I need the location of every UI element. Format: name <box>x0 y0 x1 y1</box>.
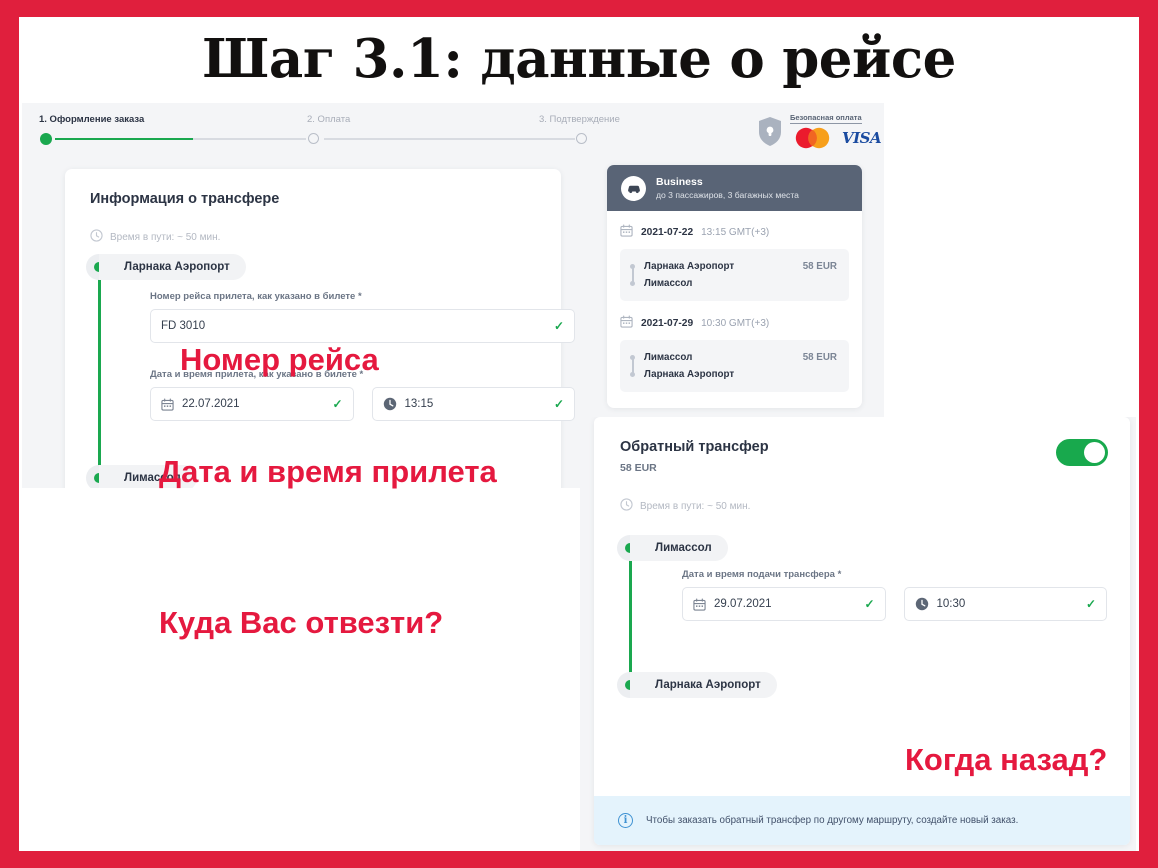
slide-frame: Шаг 3.1: данные о рейсе 1. Оформление за… <box>19 17 1139 851</box>
summary-leg-2-route: Лимассол 58 EUR Ларнака Аэропорт <box>620 340 849 392</box>
clock-filled-icon <box>915 597 929 611</box>
stepper-progress-empty-1 <box>193 138 306 140</box>
summary-leg-1-to: Лимассол <box>644 278 693 289</box>
summary-leg-1-from-row: Ларнака Аэропорт 58 EUR <box>630 258 837 275</box>
summary-leg-1: 2021-07-22 13:15 GMT(+3) Ларнака Аэропор… <box>607 211 862 301</box>
summary-leg-1-datetime: 2021-07-22 13:15 GMT(+3) <box>620 224 849 240</box>
leg-connector <box>632 356 634 373</box>
pickup-date-value: 29.07.2021 <box>714 598 772 610</box>
summary-leg-1-date: 2021-07-22 <box>641 226 694 238</box>
return-transfer-card: Обратный трансфер 58 EUR Время в пути: ~… <box>594 417 1130 845</box>
flight-number-value: FD 3010 <box>161 320 206 332</box>
pickup-datetime-label: Дата и время подачи трансфера * <box>682 569 842 580</box>
transfer-info-card: Информация о трансфере Время в пути: ~ 5… <box>65 169 575 488</box>
pickup-date-input[interactable]: 29.07.2021 ✓ <box>682 587 886 621</box>
annotation-destination: Куда Вас отвезти? <box>159 605 444 640</box>
summary-leg-2-price: 58 EUR <box>802 352 837 363</box>
leg-connector <box>632 265 634 282</box>
summary-leg-2: 2021-07-29 10:30 GMT(+3) Лимассол 58 EUR… <box>607 315 862 408</box>
transfer-info-title: Информация о трансфере <box>90 191 280 207</box>
summary-leg-1-from: Ларнака Аэропорт <box>644 261 735 272</box>
flight-number-input[interactable]: FD 3010 ✓ <box>150 309 575 343</box>
annotation-return-time: Когда назад? <box>905 742 1108 777</box>
summary-leg-1-to-row: Лимассол <box>630 275 837 292</box>
summary-leg-2-time: 10:30 GMT(+3) <box>701 317 770 329</box>
visa-logo: VISA <box>842 129 882 147</box>
flight-number-label: Номер рейса прилета, как указано в билет… <box>150 291 362 302</box>
pickup-datetime-group: Дата и время подачи трансфера * 29.07.20… <box>682 569 1107 621</box>
check-icon: ✓ <box>553 319 564 333</box>
summary-leg-2-from: Лимассол <box>644 352 693 363</box>
return-transfer-toggle[interactable] <box>1056 439 1108 466</box>
arrival-time-value: 13:15 <box>404 398 434 410</box>
secure-payment-label: Безопасная оплата <box>790 113 862 124</box>
stepper-label-3: 3. Подтверждение <box>539 114 620 125</box>
pickup-time-input[interactable]: 10:30 ✓ <box>903 587 1107 621</box>
return-transfer-header: Обратный трансфер 58 EUR <box>620 439 769 474</box>
arrival-date-value: 22.07.2021 <box>182 398 240 410</box>
calendar-icon <box>620 224 633 240</box>
clock-icon <box>90 229 103 245</box>
return-transfer-notice: i Чтобы заказать обратный трансфер по др… <box>594 796 1130 845</box>
summary-leg-2-datetime: 2021-07-29 10:30 GMT(+3) <box>620 315 849 331</box>
check-icon: ✓ <box>1085 597 1096 611</box>
check-icon: ✓ <box>332 397 343 411</box>
stepper-label-1: 1. Оформление заказа <box>39 114 145 125</box>
calendar-icon <box>693 598 706 611</box>
return-transfer-price: 58 EUR <box>620 462 657 474</box>
checkout-stepper: 1. Оформление заказа 2. Оплата 3. Подтве… <box>22 103 884 155</box>
order-summary-card: Business до 3 пассажиров, 3 багажных мес… <box>607 165 862 408</box>
return-transfer-duration-text: Время в пути: ~ 50 мин. <box>640 500 751 512</box>
return-route-label-origin: Лимассол <box>630 535 728 561</box>
return-route-node-origin: Лимассол <box>617 535 728 561</box>
summary-leg-2-date: 2021-07-29 <box>641 317 694 329</box>
info-icon: i <box>618 813 633 828</box>
summary-leg-2-from-row: Лимассол 58 EUR <box>630 349 837 366</box>
check-icon: ✓ <box>864 597 875 611</box>
return-route-label-destination: Ларнака Аэропорт <box>630 672 777 698</box>
car-icon <box>621 175 646 201</box>
clock-icon <box>620 498 633 514</box>
mastercard-icon <box>793 127 835 149</box>
summary-leg-2-to-row: Ларнака Аэропорт <box>630 366 837 383</box>
shield-lock-icon <box>757 116 783 152</box>
return-transfer-notice-text: Чтобы заказать обратный трансфер по друг… <box>646 815 1019 826</box>
stepper-progress-empty-2 <box>324 138 575 140</box>
summary-leg-1-time: 13:15 GMT(+3) <box>701 226 770 238</box>
summary-leg-1-route: Ларнака Аэропорт 58 EUR Лимассол <box>620 249 849 301</box>
return-route-rail <box>629 546 632 686</box>
vehicle-class-name: Business <box>656 176 703 188</box>
return-transfer-screenshot-lower: Обратный трансфер 58 EUR Время в пути: ~… <box>580 417 1136 851</box>
calendar-icon <box>620 315 633 331</box>
page-title: Шаг 3.1: данные о рейсе <box>202 28 956 90</box>
arrival-date-input[interactable]: 22.07.2021 ✓ <box>150 387 354 421</box>
return-route-node-destination: Ларнака Аэропорт <box>617 672 777 698</box>
stepper-progress-filled <box>55 138 193 140</box>
calendar-icon <box>161 398 174 411</box>
annotation-flight-number: Номер рейса <box>180 342 379 377</box>
transfer-duration-text: Время в пути: ~ 50 мин. <box>110 231 221 243</box>
vehicle-class-header: Business до 3 пассажиров, 3 багажных мес… <box>607 165 862 211</box>
stepper-label-2: 2. Оплата <box>307 114 351 125</box>
stepper-dot-2[interactable] <box>308 133 319 144</box>
summary-leg-1-price: 58 EUR <box>802 261 837 272</box>
secure-payment-badge: Безопасная оплата VISA <box>757 113 882 152</box>
clock-filled-icon <box>383 397 397 411</box>
pickup-time-value: 10:30 <box>936 598 966 610</box>
route-label-origin: Ларнака Аэропорт <box>99 254 246 280</box>
return-transfer-duration: Время в пути: ~ 50 мин. <box>620 498 750 514</box>
vehicle-capacity: до 3 пассажиров, 3 багажных места <box>656 190 799 200</box>
arrival-time-input[interactable]: 13:15 ✓ <box>371 387 575 421</box>
route-rail <box>98 265 101 475</box>
annotation-arrival-datetime: Дата и время прилета <box>159 454 497 489</box>
route-node-origin: Ларнака Аэропорт <box>86 254 246 280</box>
summary-leg-2-to: Ларнака Аэропорт <box>644 369 735 380</box>
stepper-dot-3[interactable] <box>576 133 587 144</box>
return-transfer-title: Обратный трансфер <box>620 439 769 455</box>
flight-number-group: Номер рейса прилета, как указано в билет… <box>150 291 575 343</box>
transfer-duration: Время в пути: ~ 50 мин. <box>90 229 220 245</box>
check-icon: ✓ <box>553 397 564 411</box>
stepper-dot-1[interactable] <box>40 133 52 145</box>
